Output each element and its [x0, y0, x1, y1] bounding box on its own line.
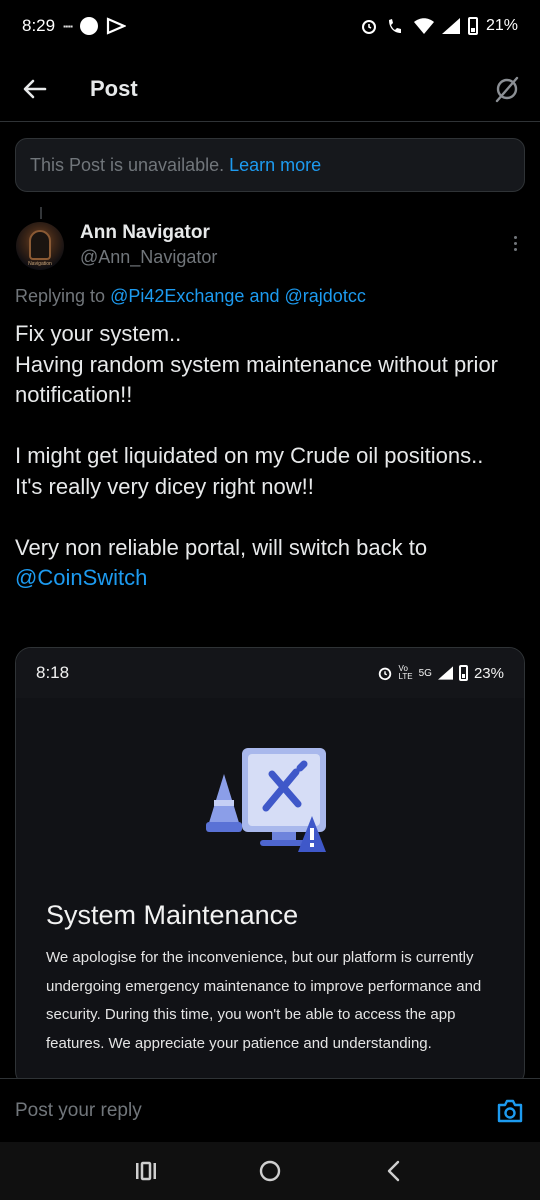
media-status-right: Vo LTE 5G 23% [377, 665, 504, 682]
maintenance-illustration [206, 748, 326, 852]
top-bar: Post [0, 56, 540, 122]
alarm-icon [361, 20, 376, 34]
chevron-left-icon [387, 1160, 400, 1182]
post-text: Fix your system.. Having random system m… [15, 319, 525, 594]
more-dot [513, 247, 517, 251]
status-left: 8:29 ▪▪▪▪ [22, 16, 127, 36]
status-circle-icon [80, 17, 99, 35]
network-type: 5G [418, 667, 432, 679]
camera-button[interactable] [480, 1081, 540, 1141]
media-battery: 23% [473, 664, 504, 682]
post-line [15, 502, 525, 533]
mention-link[interactable]: @rajdotcc [285, 286, 366, 306]
post-line: It's really very dicey right now!! [15, 473, 314, 499]
page-title: Post [90, 75, 138, 101]
status-send-icon [107, 17, 127, 35]
media-time: 8:18 [36, 663, 70, 682]
unavailable-notice: This Post is unavailable. Learn more [15, 138, 525, 192]
home-button[interactable] [208, 1142, 332, 1200]
post-media-image[interactable]: 8:18 Vo LTE 5G 23% System Maintenance We… [15, 647, 525, 1087]
grok-button[interactable] [474, 56, 540, 122]
thread-line [40, 207, 42, 219]
post-line [15, 411, 525, 442]
avatar-figure [29, 230, 51, 260]
home-circle-icon [259, 1160, 281, 1182]
post-line: Having random system maintenance without… [15, 351, 499, 408]
media-status-bar: 8:18 Vo LTE 5G 23% [16, 648, 524, 698]
post-line: I might get liquidated on my Crude oil p… [15, 443, 484, 468]
media-body: We apologise for the inconvenience, but … [46, 949, 482, 1052]
avatar[interactable]: Navigation [16, 222, 64, 270]
learn-more-link[interactable]: Learn more [229, 155, 321, 176]
mention-link[interactable]: @CoinSwitch [15, 563, 525, 594]
status-right: 21% [360, 17, 518, 35]
recents-button[interactable] [84, 1142, 208, 1200]
volte-bottom: LTE [398, 672, 413, 681]
more-button[interactable] [500, 232, 530, 254]
mention-link[interactable]: @Pi42Exchange [110, 286, 244, 306]
back-button[interactable] [0, 56, 70, 122]
replying-prefix: Replying to [15, 286, 106, 306]
signal-icon [437, 666, 453, 680]
system-nav-bar [0, 1142, 540, 1200]
camera-icon [497, 1099, 523, 1122]
alarm-icon [378, 667, 391, 681]
replying-to: Replying to @Pi42Exchange and @rajdotcc [15, 286, 366, 307]
nav-back-button[interactable] [332, 1142, 456, 1200]
author-name[interactable]: Ann Navigator [80, 222, 210, 244]
reply-input[interactable]: Post your reply [15, 1100, 480, 1122]
post-line: Very non reliable portal, will switch ba… [15, 534, 428, 560]
post-line: Fix your system.. [15, 321, 182, 346]
wifi-call-icon [388, 19, 401, 33]
replying-and[interactable]: and [249, 286, 279, 306]
battery-icon [458, 665, 468, 681]
status-notification-text: ▪▪▪▪ [63, 21, 73, 31]
author-handle[interactable]: @Ann_Navigator [80, 247, 217, 268]
more-dot [513, 235, 517, 239]
reply-bar: Post your reply [0, 1078, 540, 1142]
battery-icon [467, 17, 478, 35]
status-time: 8:29 [22, 16, 56, 35]
unavailable-text: This Post is unavailable. [30, 154, 225, 175]
arrow-left-icon [23, 79, 47, 98]
avatar-caption: Navigation [28, 261, 52, 267]
media-title: System Maintenance [46, 900, 299, 930]
recents-icon [136, 1161, 156, 1181]
signal-icon [441, 18, 460, 34]
battery-percent: 21% [485, 17, 518, 34]
status-bar: 8:29 ▪▪▪▪ 21% [0, 0, 540, 52]
volte-indicator: Vo LTE [399, 665, 413, 681]
wifi-icon [413, 18, 434, 34]
more-dot [513, 241, 517, 245]
slashed-circle-icon [495, 76, 519, 102]
